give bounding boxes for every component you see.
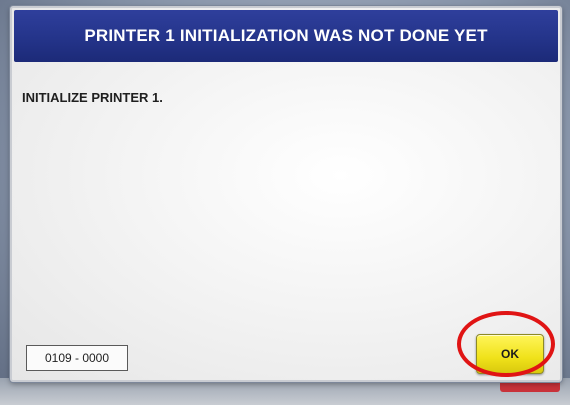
dialog-title: PRINTER 1 INITIALIZATION WAS NOT DONE YE…	[84, 26, 488, 45]
error-code-box: 0109 - 0000	[26, 345, 128, 371]
ok-button[interactable]: OK	[476, 334, 544, 374]
dialog-message: INITIALIZE PRINTER 1.	[22, 90, 163, 105]
screen-bottom-edge	[0, 378, 570, 405]
dialog-header: PRINTER 1 INITIALIZATION WAS NOT DONE YE…	[14, 10, 558, 62]
error-dialog: PRINTER 1 INITIALIZATION WAS NOT DONE YE…	[10, 6, 562, 382]
